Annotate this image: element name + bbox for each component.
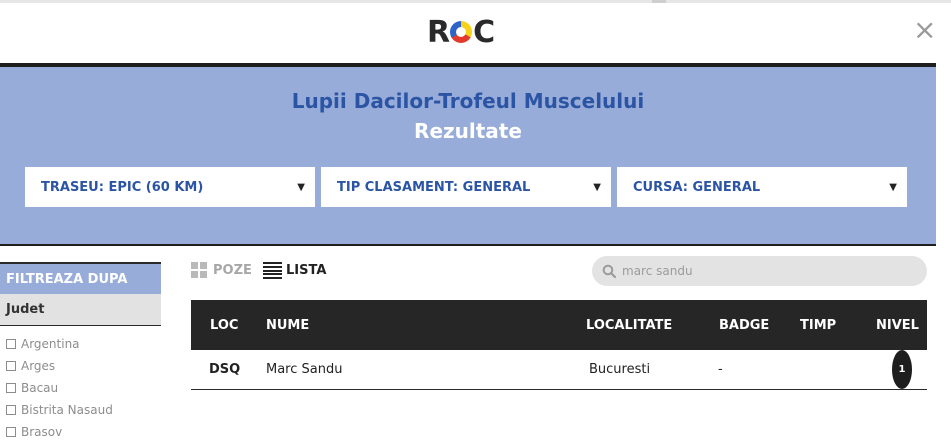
- cell-badge: -: [718, 362, 723, 377]
- view-photos-toggle[interactable]: POZE: [191, 262, 252, 279]
- column-header-time[interactable]: TIMP: [800, 300, 836, 350]
- county-filter-item[interactable]: Brasov: [6, 425, 62, 439]
- table-row[interactable]: DSQ Marc Sandu Bucuresti - 1: [191, 350, 927, 390]
- search-icon: [602, 264, 616, 278]
- logo-ring-icon: [450, 21, 473, 43]
- results-table-header: LOC NUME LOCALITATE BADGE TIMP NIVEL: [191, 300, 927, 350]
- checkbox-icon[interactable]: [6, 339, 16, 349]
- ranking-type-dropdown[interactable]: TIP CLASAMENT: GENERAL ▼: [321, 167, 611, 207]
- search-value: marc sandu: [622, 264, 693, 278]
- chevron-down-icon: ▼: [889, 182, 897, 193]
- route-dropdown-label: TRASEU: EPIC (60 KM): [41, 179, 204, 195]
- event-title: Lupii Dacilor-Trofeul Muscelului: [291, 89, 645, 113]
- checkbox-icon[interactable]: [6, 427, 16, 437]
- banner-divider: [0, 244, 936, 246]
- close-icon[interactable]: ×: [913, 16, 936, 44]
- county-filter-item[interactable]: Arges: [6, 359, 55, 373]
- chevron-down-icon: ▼: [593, 182, 601, 193]
- checkbox-icon[interactable]: [6, 405, 16, 415]
- column-header-level[interactable]: NIVEL: [876, 300, 919, 350]
- county-label: Bistrita Nasaud: [21, 403, 113, 417]
- filter-section-county[interactable]: Judet: [0, 294, 161, 326]
- filter-heading: FILTREAZA DUPA: [0, 262, 161, 294]
- county-filter-item[interactable]: Bacau: [6, 381, 58, 395]
- logo-letter-c: C: [473, 14, 495, 50]
- county-filter-item[interactable]: Bistrita Nasaud: [6, 403, 113, 417]
- grid-icon: [191, 262, 208, 279]
- cell-level: 1: [892, 350, 912, 389]
- cell-name[interactable]: Marc Sandu: [266, 350, 342, 389]
- checkbox-icon[interactable]: [6, 361, 16, 371]
- county-label: Arges: [21, 359, 56, 373]
- ranking-type-dropdown-label: TIP CLASAMENT: GENERAL: [337, 179, 531, 195]
- view-photos-label: POZE: [213, 263, 252, 278]
- route-dropdown[interactable]: TRASEU: EPIC (60 KM) ▼: [25, 167, 315, 207]
- county-label: Bacau: [21, 381, 59, 395]
- cell-locality: Bucuresti: [589, 362, 651, 377]
- race-dropdown[interactable]: CURSA: GENERAL ▼: [617, 167, 907, 207]
- checkbox-icon[interactable]: [6, 383, 16, 393]
- column-header-locality[interactable]: LOCALITATE: [586, 300, 672, 350]
- race-dropdown-label: CURSA: GENERAL: [633, 179, 761, 195]
- cell-loc: DSQ: [209, 362, 241, 377]
- county-label: Brasov: [21, 425, 63, 439]
- county-filter-item[interactable]: Argentina: [6, 337, 80, 351]
- column-header-badge[interactable]: BADGE: [719, 300, 769, 350]
- search-input[interactable]: marc sandu: [592, 256, 927, 286]
- view-list-label: LISTA: [286, 263, 327, 278]
- list-icon: [263, 262, 282, 279]
- results-title: Rezultate: [414, 119, 522, 143]
- level-badge: 1: [892, 350, 912, 389]
- column-header-name[interactable]: NUME: [266, 300, 309, 350]
- county-label: Argentina: [21, 337, 80, 351]
- column-header-loc[interactable]: LOC: [210, 300, 238, 350]
- logo-letter-r: R: [427, 14, 450, 50]
- view-list-toggle[interactable]: LISTA: [263, 262, 326, 279]
- chevron-down-icon: ▼: [297, 182, 305, 193]
- roc-logo: RC: [427, 14, 495, 50]
